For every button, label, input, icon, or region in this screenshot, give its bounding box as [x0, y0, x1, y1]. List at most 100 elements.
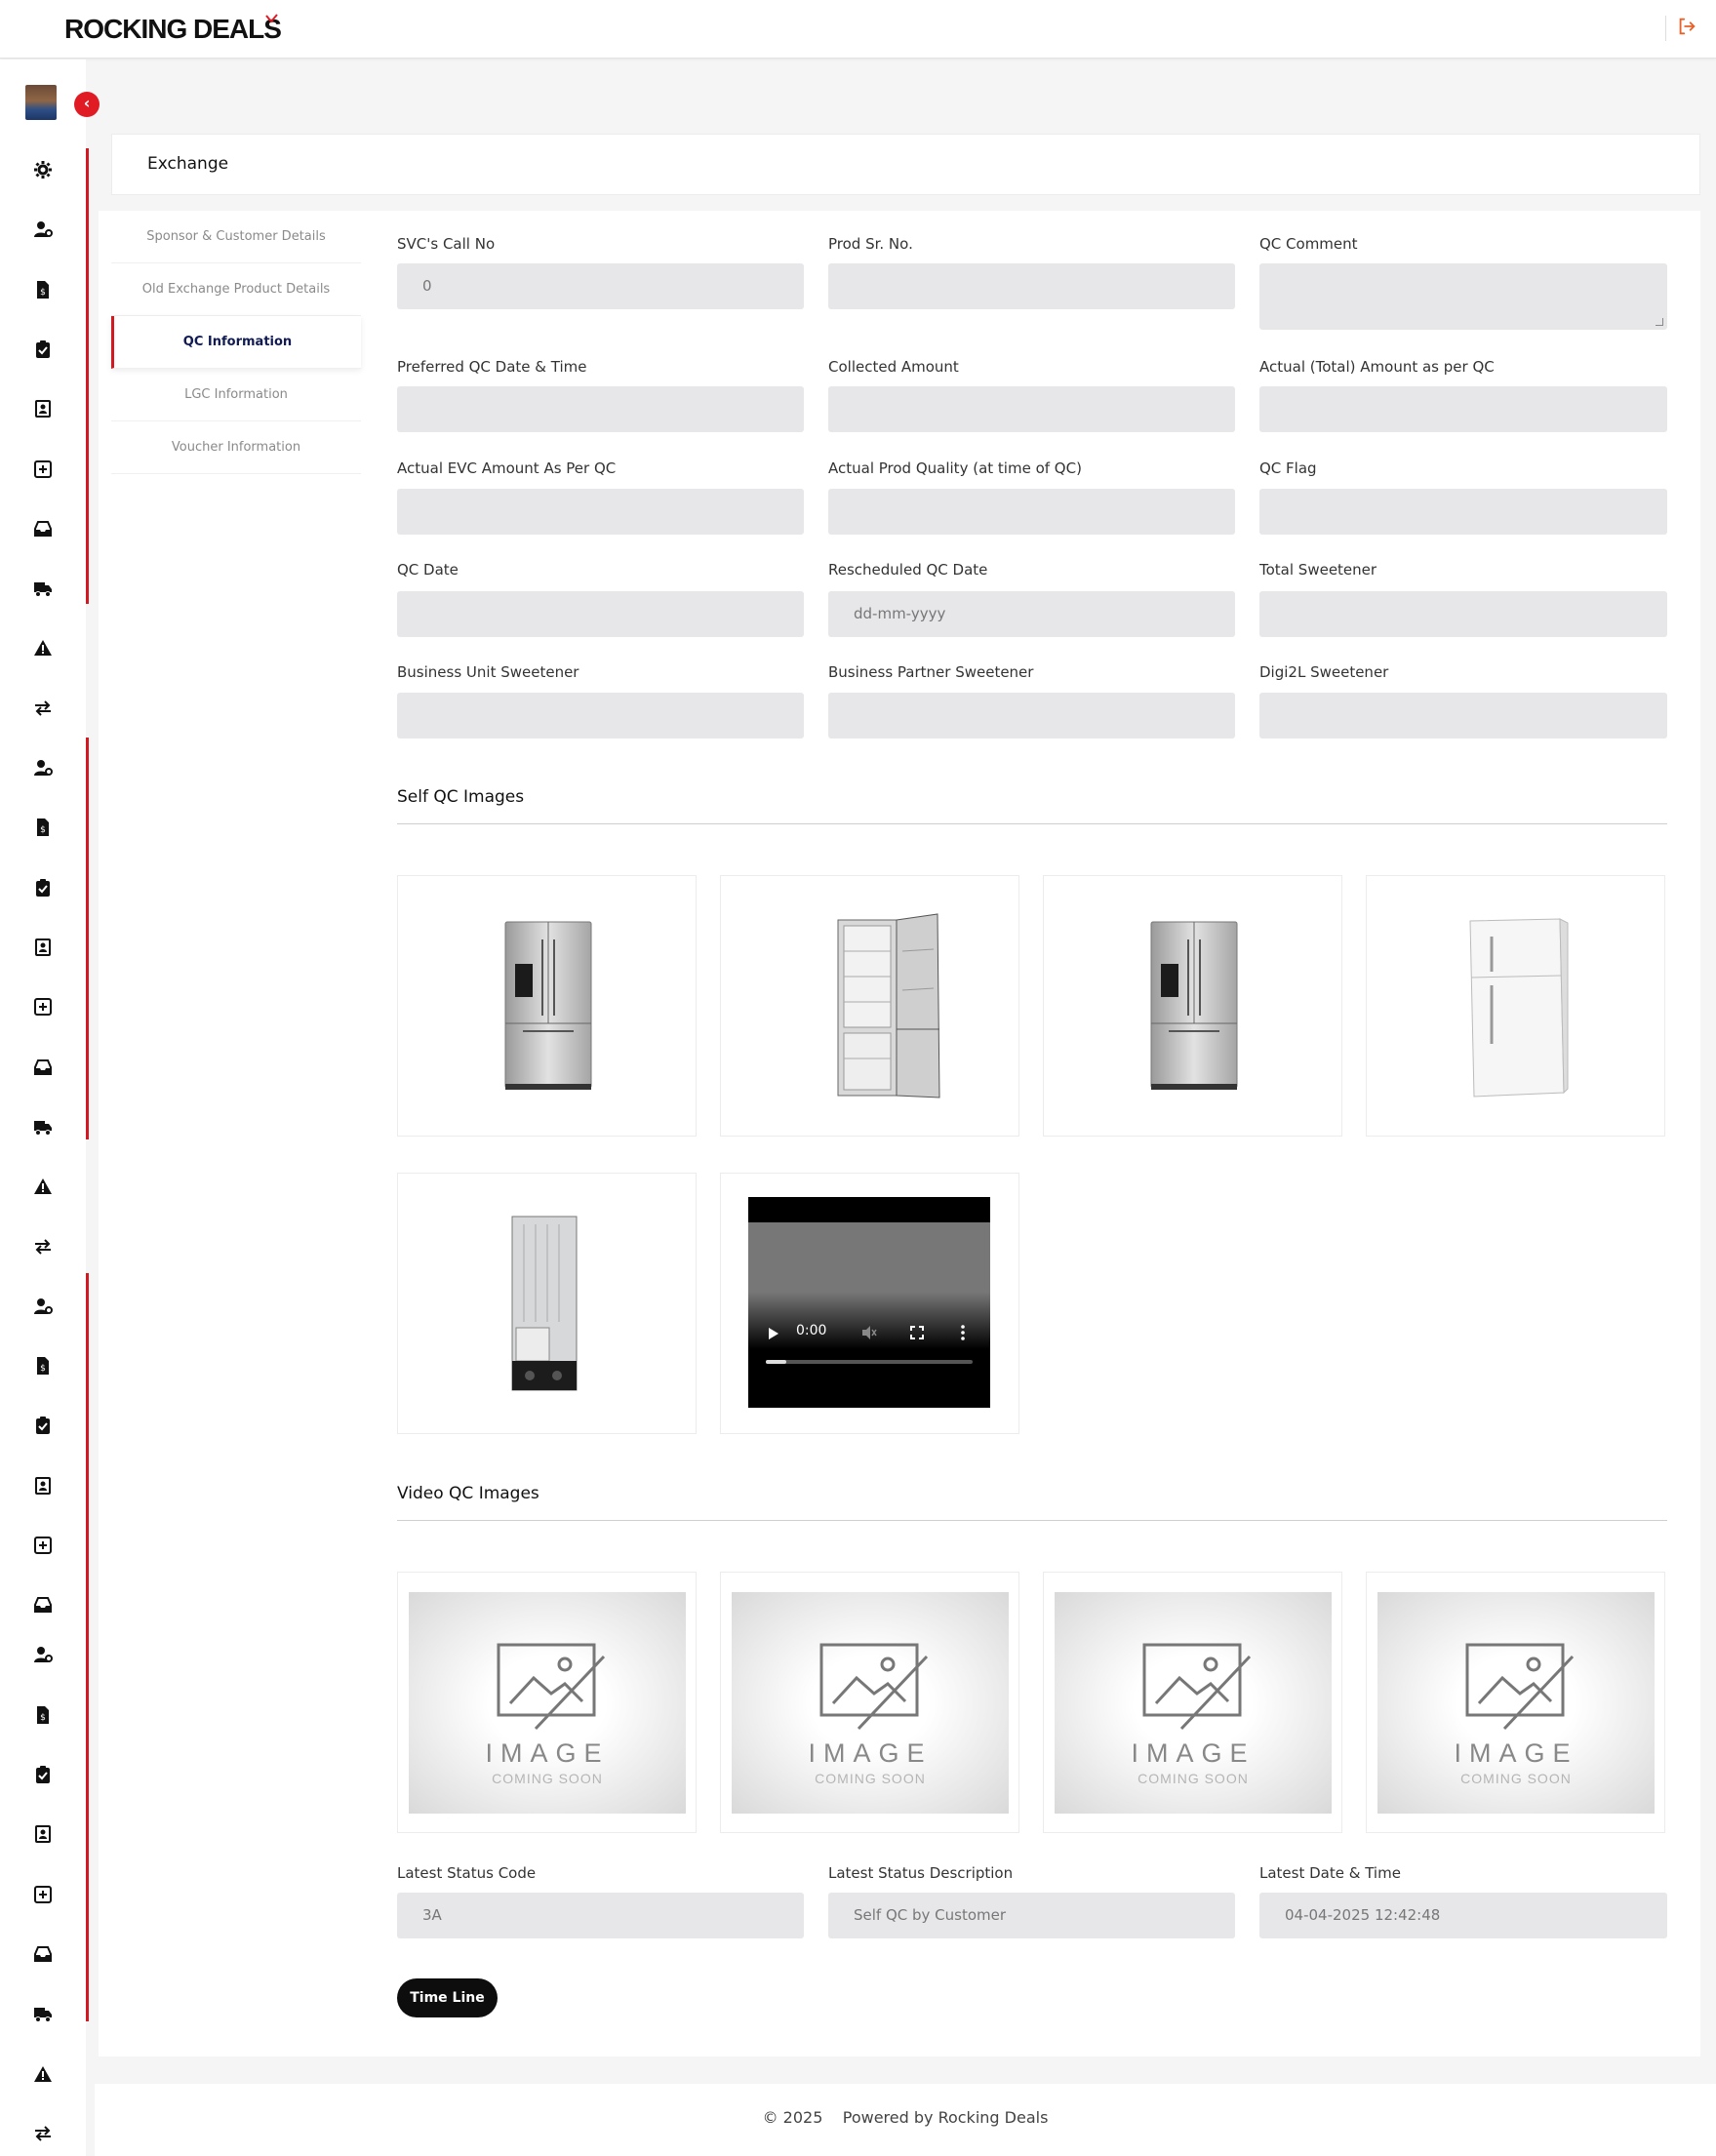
collected-amount-field[interactable] [828, 386, 1235, 432]
bu-sweetener-field[interactable] [397, 693, 804, 739]
warning-icon[interactable] [33, 638, 53, 658]
clipboard-check-icon[interactable] [33, 1416, 53, 1435]
tab-old-exchange-product[interactable]: Old Exchange Product Details [111, 263, 361, 316]
self-qc-image-5[interactable] [397, 1173, 697, 1434]
truck-icon[interactable] [33, 579, 53, 598]
self-qc-image-2[interactable] [720, 875, 1019, 1137]
svg-text:$: $ [40, 1364, 46, 1374]
latest-datetime-field[interactable]: 04-04-2025 12:42:48 [1259, 1893, 1667, 1938]
actual-total-amount-field[interactable] [1259, 386, 1667, 432]
image-placeholder: IMAGE COMING SOON [409, 1592, 686, 1814]
user-cog-icon[interactable] [33, 220, 53, 239]
actual-prod-quality-field[interactable] [828, 489, 1235, 535]
file-invoice-icon[interactable]: $ [33, 1356, 53, 1376]
timeline-button[interactable]: Time Line [397, 1978, 498, 2017]
video-progress-bar[interactable] [766, 1360, 973, 1364]
user-cog-icon[interactable] [33, 758, 53, 778]
svg-text:$: $ [40, 825, 46, 835]
footer-powered-by[interactable]: Powered by Rocking Deals [843, 2108, 1049, 2127]
avatar[interactable] [25, 85, 57, 120]
clipboard-check-icon[interactable] [33, 1765, 53, 1784]
svg-text:$: $ [40, 1713, 46, 1723]
preferred-qc-datetime-label: Preferred QC Date & Time [397, 358, 587, 376]
truck-icon[interactable] [33, 1117, 53, 1137]
latest-status-code-field[interactable]: 3A [397, 1893, 804, 1938]
svg-text:$: $ [40, 288, 46, 298]
qc-flag-field[interactable] [1259, 489, 1667, 535]
user-cog-icon[interactable] [33, 1645, 53, 1664]
logout-icon[interactable] [1665, 16, 1696, 41]
exchange-icon[interactable] [33, 1237, 53, 1257]
contact-card-icon[interactable] [33, 1476, 53, 1496]
volume-muted-icon[interactable] [860, 1325, 878, 1340]
total-sweetener-label: Total Sweetener [1259, 561, 1377, 579]
gear-icon[interactable] [33, 160, 53, 180]
clipboard-check-icon[interactable] [33, 878, 53, 898]
play-icon[interactable] [768, 1327, 779, 1340]
plus-square-icon[interactable] [33, 1536, 53, 1555]
svc-call-no-label: SVC's Call No [397, 235, 496, 253]
rescheduled-qc-date-input[interactable]: dd-mm-yyyy [828, 591, 1235, 637]
collapse-sidebar-button[interactable]: ‹ [74, 92, 100, 117]
warning-icon[interactable] [33, 2064, 53, 2084]
actual-prod-quality-label: Actual Prod Quality (at time of QC) [828, 459, 1082, 477]
exchange-icon[interactable] [33, 2124, 53, 2143]
tab-lgc-information[interactable]: LGC Information [111, 369, 361, 421]
video-qc-image-4[interactable]: IMAGE COMING SOON [1366, 1572, 1665, 1833]
resize-handle-icon[interactable] [1656, 318, 1663, 326]
section-divider [397, 1520, 1667, 1521]
qc-comment-textarea[interactable] [1259, 263, 1667, 330]
video-qc-image-1[interactable]: IMAGE COMING SOON [397, 1572, 697, 1833]
tab-voucher-information[interactable]: Voucher Information [111, 421, 361, 474]
placeholder-title: IMAGE [485, 1738, 610, 1768]
self-qc-image-3[interactable] [1043, 875, 1342, 1137]
svc-call-no-field[interactable]: 0 [397, 263, 804, 309]
plus-square-icon[interactable] [33, 997, 53, 1017]
contact-card-icon[interactable] [33, 1824, 53, 1844]
brand-logo[interactable]: ROCKING DEALS [64, 14, 282, 45]
contact-card-icon[interactable] [33, 938, 53, 957]
preferred-qc-datetime-field[interactable] [397, 386, 804, 432]
image-placeholder-icon [819, 1643, 929, 1731]
bp-sweetener-field[interactable] [828, 693, 1235, 739]
self-qc-image-4[interactable] [1366, 875, 1665, 1137]
inbox-icon[interactable] [33, 1944, 53, 1964]
fullscreen-icon[interactable] [910, 1326, 924, 1339]
plus-square-icon[interactable] [33, 459, 53, 479]
placeholder-title: IMAGE [808, 1738, 933, 1768]
more-options-icon[interactable] [960, 1325, 966, 1340]
self-qc-video-player[interactable]: 0:00 [748, 1197, 990, 1408]
inbox-icon[interactable] [33, 1058, 53, 1077]
total-sweetener-field[interactable] [1259, 591, 1667, 637]
inbox-icon[interactable] [33, 1595, 53, 1615]
latest-status-desc-field[interactable]: Self QC by Customer [828, 1893, 1235, 1938]
contact-card-icon[interactable] [33, 399, 53, 419]
file-invoice-icon[interactable]: $ [33, 280, 53, 299]
fridge-white-image [1469, 918, 1569, 1098]
truck-icon[interactable] [33, 2004, 53, 2023]
plus-square-icon[interactable] [33, 1885, 53, 1904]
user-cog-icon[interactable] [33, 1297, 53, 1316]
digi2l-sweetener-label: Digi2L Sweetener [1259, 663, 1389, 681]
sidebar-group-indicator [86, 1273, 89, 2021]
exchange-icon[interactable] [33, 699, 53, 718]
tab-sponsor-customer[interactable]: Sponsor & Customer Details [111, 211, 361, 263]
video-qc-image-2[interactable]: IMAGE COMING SOON [720, 1572, 1019, 1833]
tab-qc-information[interactable]: QC Information [111, 316, 361, 369]
inbox-icon[interactable] [33, 519, 53, 539]
video-progress-fill [766, 1360, 787, 1364]
clipboard-check-icon[interactable] [33, 339, 53, 359]
digi2l-sweetener-field[interactable] [1259, 693, 1667, 739]
actual-evc-amount-field[interactable] [397, 489, 804, 535]
file-invoice-icon[interactable]: $ [33, 1705, 53, 1725]
file-invoice-icon[interactable]: $ [33, 818, 53, 837]
qc-date-field[interactable] [397, 591, 804, 637]
qc-comment-label: QC Comment [1259, 235, 1358, 253]
fridge-image [504, 921, 592, 1090]
warning-icon[interactable] [33, 1177, 53, 1196]
prod-sr-no-field[interactable] [828, 263, 1235, 309]
self-qc-image-1[interactable] [397, 875, 697, 1137]
placeholder-title: IMAGE [1131, 1738, 1256, 1768]
actual-total-amount-label: Actual (Total) Amount as per QC [1259, 358, 1495, 376]
video-qc-image-3[interactable]: IMAGE COMING SOON [1043, 1572, 1342, 1833]
